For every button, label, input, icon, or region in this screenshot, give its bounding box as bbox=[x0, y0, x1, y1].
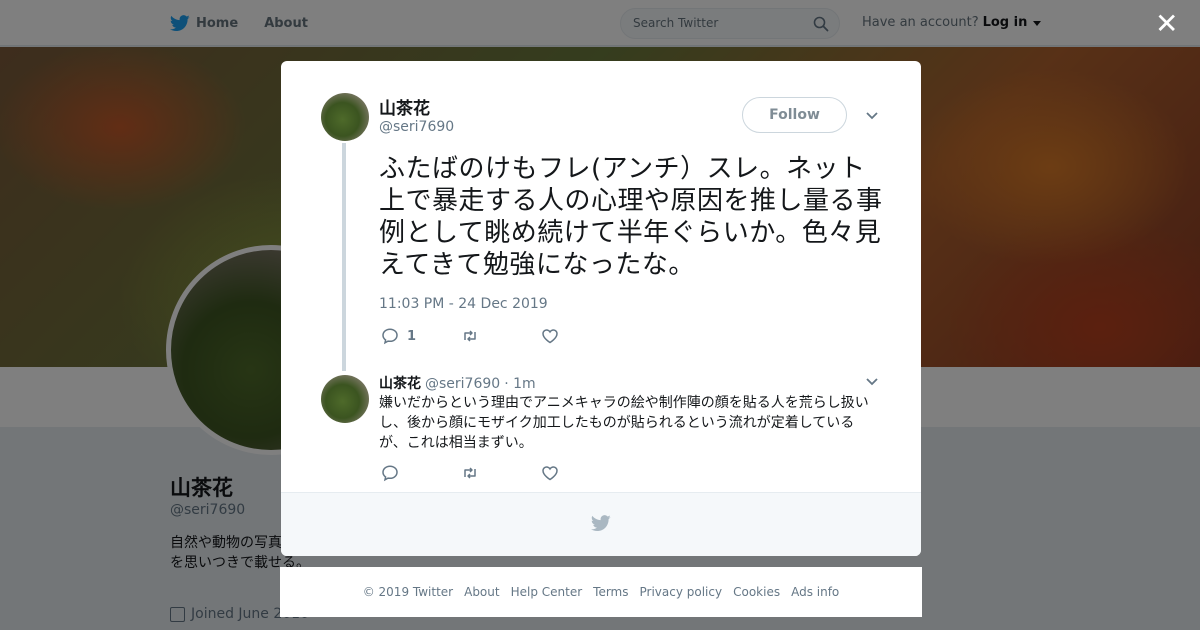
reply-count: 1 bbox=[407, 328, 417, 344]
retweet-icon bbox=[464, 330, 476, 342]
twitter-bird-icon bbox=[591, 515, 611, 531]
footer-link-privacy[interactable]: Privacy policy bbox=[640, 585, 723, 599]
retweet-button[interactable] bbox=[461, 464, 541, 482]
tweet-author-avatar[interactable] bbox=[321, 93, 369, 141]
reply-header: 山茶花 @seri7690 · 1m bbox=[379, 373, 536, 393]
footer-link-help-center[interactable]: Help Center bbox=[511, 585, 583, 599]
tweet-timestamp[interactable]: 11:03 PM - 24 Dec 2019 bbox=[379, 296, 548, 312]
modal-footer bbox=[281, 492, 921, 556]
footer-copyright: © 2019 Twitter bbox=[362, 585, 454, 599]
reply-text: 嫌いだからという理由でアニメキャラの絵や制作陣の顔を貼る人を荒らし扱いし、後から… bbox=[379, 395, 869, 451]
reply-icon bbox=[382, 328, 398, 345]
like-button[interactable] bbox=[541, 327, 621, 345]
reply-author-name[interactable]: 山茶花 bbox=[379, 373, 421, 393]
heart-icon bbox=[542, 466, 558, 481]
reply-author-avatar[interactable] bbox=[321, 375, 369, 423]
close-icon[interactable]: ✕ bbox=[1155, 10, 1178, 38]
footer-link-terms[interactable]: Terms bbox=[593, 585, 628, 599]
reply-button[interactable]: 1 bbox=[381, 327, 461, 345]
reply-author-handle[interactable]: @seri7690 bbox=[425, 376, 500, 392]
site-footer: © 2019 Twitter About Help Center Terms P… bbox=[280, 567, 922, 617]
tweet-modal: 山茶花 @seri7690 Follow ふたばのけもフレ(アンチ）スレ。ネット… bbox=[281, 61, 921, 556]
tweet-text: ふたばのけもフレ(アンチ）スレ。ネット上で暴走する人の心理や原因を推し量る事例と… bbox=[379, 154, 883, 280]
footer-link-about[interactable]: About bbox=[464, 585, 499, 599]
reply-icon bbox=[382, 465, 398, 482]
chevron-down-icon[interactable] bbox=[866, 378, 878, 386]
retweet-icon bbox=[464, 467, 476, 479]
like-button[interactable] bbox=[541, 464, 621, 482]
retweet-button[interactable] bbox=[461, 327, 541, 345]
footer-link-cookies[interactable]: Cookies bbox=[733, 585, 780, 599]
tweet-actions: 1 bbox=[381, 327, 621, 345]
chevron-down-icon[interactable] bbox=[866, 112, 878, 120]
tweet-author-handle[interactable]: @seri7690 bbox=[379, 119, 454, 135]
reply-button[interactable] bbox=[381, 464, 461, 482]
heart-icon bbox=[542, 329, 558, 344]
reply-actions bbox=[381, 464, 621, 482]
follow-button[interactable]: Follow bbox=[742, 97, 847, 133]
tweet-author-name[interactable]: 山茶花 bbox=[379, 94, 430, 119]
reply-age[interactable]: · 1m bbox=[504, 376, 535, 392]
footer-link-ads-info[interactable]: Ads info bbox=[791, 585, 839, 599]
thread-connector bbox=[342, 143, 346, 371]
